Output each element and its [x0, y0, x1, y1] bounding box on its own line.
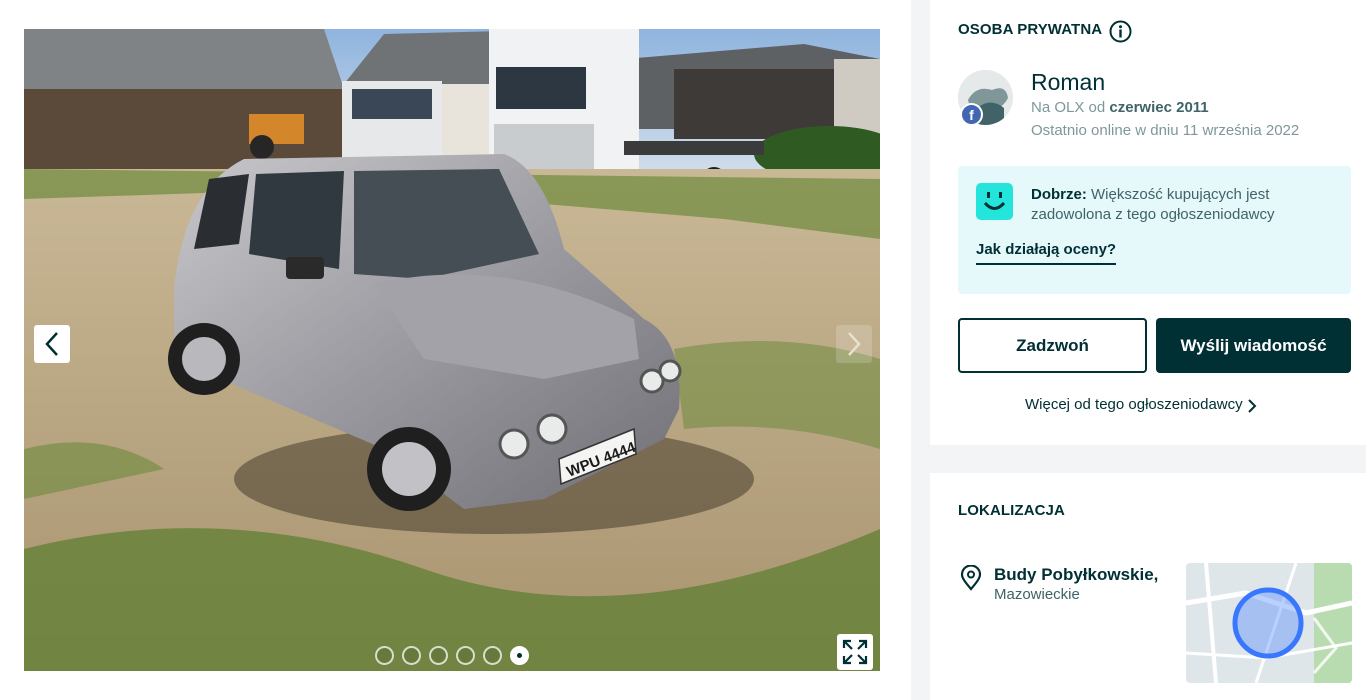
chevron-right-icon [848, 332, 861, 356]
next-photo-button[interactable] [836, 325, 872, 363]
seller-last-online: Ostatnio online w dniu 11 września 2022 [1031, 122, 1300, 139]
chevron-left-icon [45, 332, 58, 356]
send-message-button[interactable]: Wyślij wiadomość [1156, 318, 1351, 373]
car-photo-illustration: WPU 4444 [24, 29, 880, 671]
location-city: Budy Pobyłkowskie, [994, 565, 1159, 584]
photo-dot-2[interactable] [402, 646, 421, 665]
seller-since-prefix: Na OLX od [1031, 99, 1106, 116]
more-from-seller-label: Więcej od tego ogłoszeniodawcy [1025, 396, 1243, 413]
gallery-panel: WPU 4444 [0, 0, 911, 700]
seller-type-title: OSOBA PRYWATNA [958, 21, 1103, 38]
seller-since: Na OLX od czerwiec 2011 [1031, 99, 1209, 116]
seller-card: OSOBA PRYWATNA f Roman Na OLX od czerwie… [930, 0, 1366, 445]
rating-box: Dobrze: Większość kupujących jest zadowo… [958, 166, 1351, 294]
location-pin-icon [960, 565, 982, 591]
location-card: LOKALIZACJA Budy Pobyłkowskie, Mazowieck… [930, 473, 1366, 700]
listing-photo[interactable]: WPU 4444 [24, 29, 880, 671]
rating-label: Dobrze: [1031, 186, 1087, 203]
facebook-icon: f [960, 103, 983, 126]
photo-dot-3[interactable] [429, 646, 448, 665]
photo-pagination [375, 646, 529, 665]
seller-name: Roman [1031, 69, 1106, 95]
more-from-seller-link[interactable]: Więcej od tego ogłoszeniodawcy [1025, 396, 1257, 413]
expand-icon [842, 639, 868, 665]
photo-dot-1[interactable] [375, 646, 394, 665]
fullscreen-button[interactable] [837, 634, 873, 670]
location-region: Mazowieckie [994, 586, 1080, 603]
chevron-right-small-icon [1247, 398, 1257, 413]
photo-dot-5[interactable] [483, 646, 502, 665]
rating-text: Dobrze: Większość kupujących jest zadowo… [1031, 185, 1331, 225]
prev-photo-button[interactable] [34, 325, 70, 363]
photo-dot-4[interactable] [456, 646, 475, 665]
map-image [1186, 563, 1352, 683]
how-ratings-work-link[interactable]: Jak działają oceny? [976, 241, 1117, 265]
smiley-icon [976, 183, 1013, 220]
call-button[interactable]: Zadzwoń [958, 318, 1147, 373]
location-title: LOKALIZACJA [958, 502, 1065, 519]
info-icon[interactable] [1109, 20, 1132, 43]
seller-since-date: czerwiec 2011 [1109, 99, 1209, 116]
map-thumbnail[interactable] [1186, 563, 1352, 683]
photo-dot-6-active[interactable] [510, 646, 529, 665]
